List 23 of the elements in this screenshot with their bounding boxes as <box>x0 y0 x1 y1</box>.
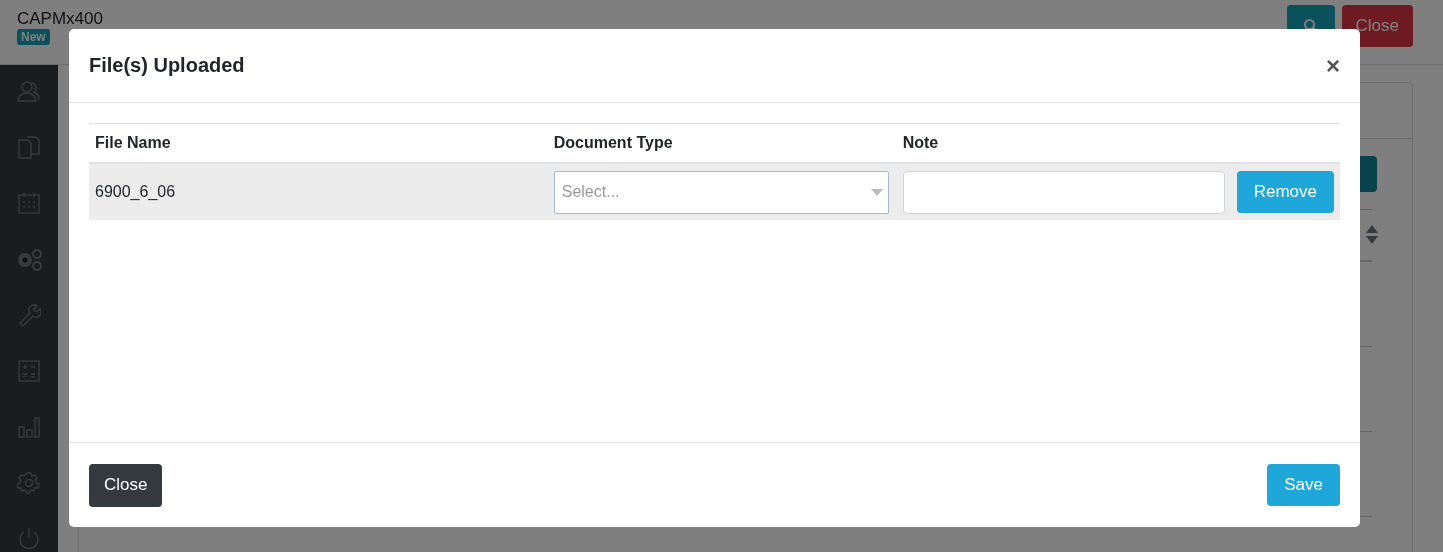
note-field[interactable] <box>902 170 1225 214</box>
dialog-title: File(s) Uploaded <box>89 54 245 77</box>
column-header: Document Type <box>553 134 673 151</box>
sort-icon <box>1366 225 1378 245</box>
power-icon[interactable] <box>17 527 41 551</box>
documents-icon[interactable] <box>17 135 41 159</box>
wrench-icon[interactable] <box>17 303 41 327</box>
save-button[interactable]: Save <box>1267 464 1340 506</box>
settings-icon[interactable] <box>17 471 41 495</box>
app-logo[interactable]: CAPMx400 <box>17 10 103 28</box>
close-button[interactable]: Close <box>89 463 163 507</box>
document-type-select[interactable]: Select... <box>553 170 889 214</box>
new-badge: New <box>17 29 50 45</box>
column-header: Note <box>902 134 939 151</box>
column-header: File Name <box>95 134 171 151</box>
file-name: 6900_6_06 <box>95 183 176 200</box>
caret-icon <box>870 188 883 196</box>
user-icon[interactable] <box>17 79 41 103</box>
calendar-icon[interactable] <box>17 191 41 215</box>
calculator-icon[interactable] <box>17 359 41 383</box>
remove-button[interactable]: Remove <box>1236 171 1334 213</box>
gears-icon[interactable] <box>15 247 43 271</box>
bar-chart-icon[interactable] <box>17 415 41 439</box>
